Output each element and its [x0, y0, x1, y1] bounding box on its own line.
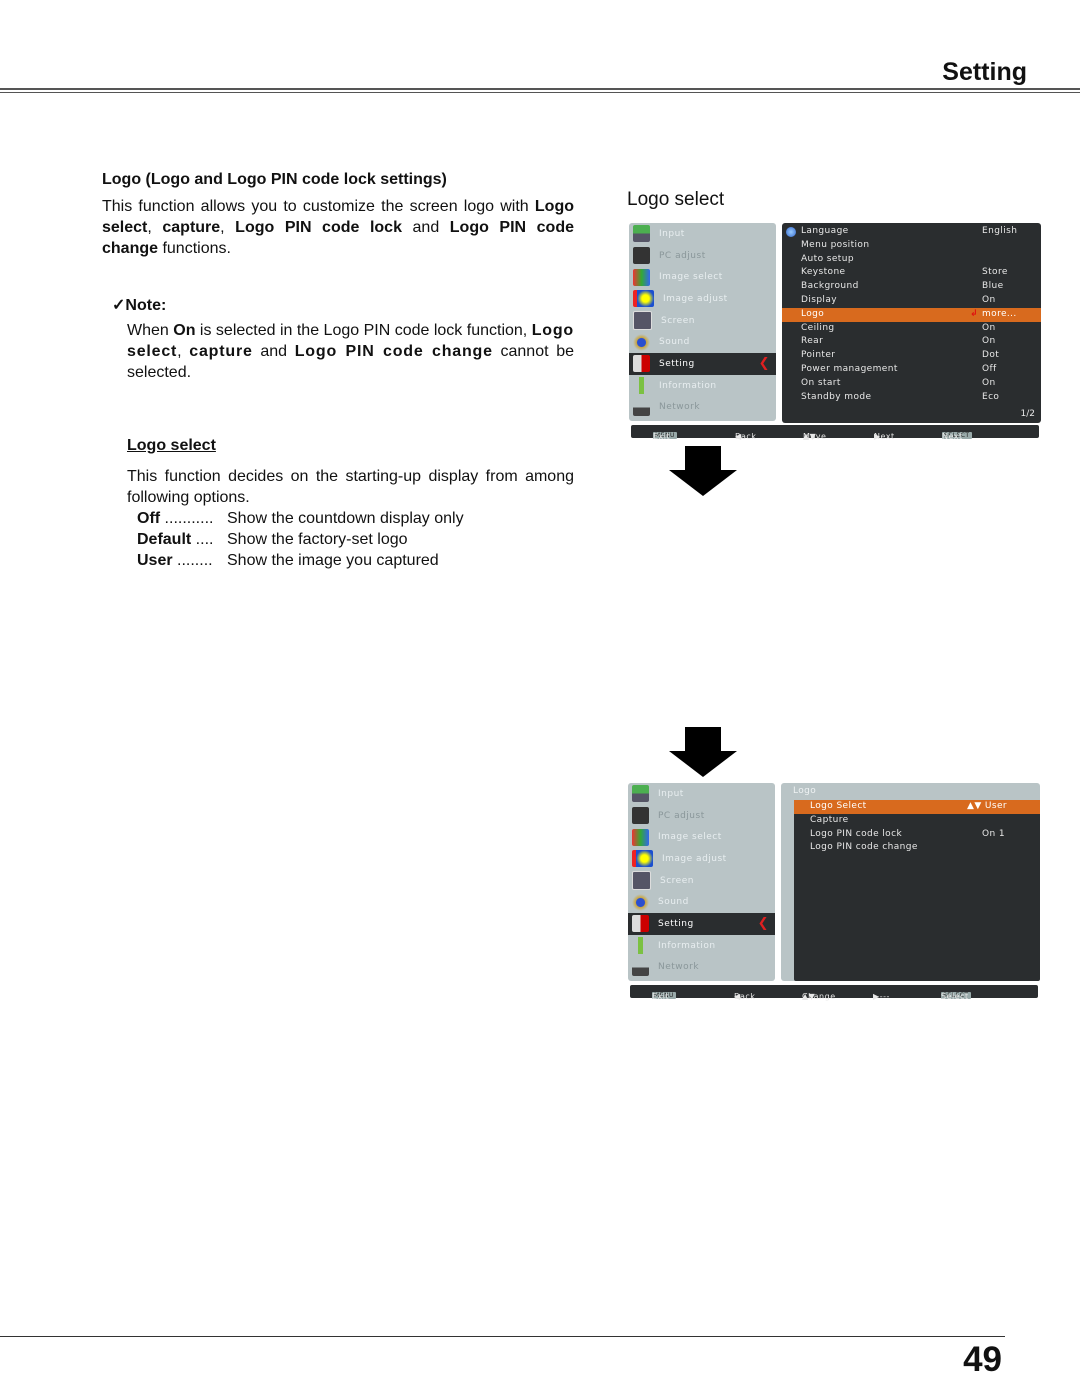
setting-row[interactable]: Ceiling On: [782, 322, 1041, 336]
sound-icon: [632, 893, 649, 911]
setting-row[interactable]: Display On: [782, 294, 1041, 308]
menu-item-sound[interactable]: Sound: [629, 331, 776, 353]
down-arrow-icon: [669, 727, 737, 777]
osd-logo-menu: Input PC adjust Image select Image adjus…: [628, 783, 1040, 1001]
menu-item-input[interactable]: Input: [629, 223, 776, 245]
menu-item-image-adjust[interactable]: Image adjust: [628, 848, 775, 870]
image-select-icon: [632, 828, 649, 846]
setting-row[interactable]: Auto setup: [782, 253, 1041, 267]
menu-item-network[interactable]: Network: [629, 397, 776, 419]
image-adjust-icon: [632, 850, 653, 868]
image-adjust-icon: [633, 290, 654, 308]
logo-select-subtitle: Logo select: [127, 437, 216, 454]
setting-row[interactable]: Menu position: [782, 239, 1041, 253]
menu-item-image-select[interactable]: Image select: [629, 266, 776, 288]
menu-item-screen[interactable]: Screen: [628, 870, 775, 892]
note-paragraph: When On is selected in the Logo PIN code…: [127, 322, 575, 381]
setting-icon: [632, 915, 649, 933]
information-icon: [632, 937, 649, 955]
information-icon: [633, 377, 650, 395]
menu-item-setting[interactable]: Setting ❮: [629, 353, 776, 375]
menu-item-pc-adjust[interactable]: PC adjust: [629, 245, 776, 267]
osd-main-menu: Input PC adjust Image select Image adjus…: [629, 223, 776, 421]
logo-select-figure-title: Logo select: [627, 189, 725, 210]
setting-row[interactable]: Standby mode Eco: [782, 391, 1041, 405]
logo-select-description: This function decides on the starting-up…: [127, 468, 574, 506]
globe-icon: [786, 227, 796, 237]
setting-row[interactable]: On start On: [782, 377, 1041, 391]
setting-row[interactable]: Pointer Dot: [782, 349, 1041, 363]
menu-item-pc-adjust[interactable]: PC adjust: [628, 805, 775, 827]
menu-item-information[interactable]: Information: [629, 375, 776, 397]
logo-options-panel: Logo Select ▲▼ User Capture Logo PIN code…: [794, 800, 1040, 981]
image-select-icon: [633, 268, 650, 286]
network-icon: [632, 958, 649, 976]
osd-footer: MENU Exit ◀ Back ▲▼ Move ▶ Next SELECT Nex…: [631, 425, 1039, 441]
osd-logo-submenu: Logo Logo Select ▲▼ User Capture Logo PIN…: [781, 783, 1040, 981]
menu-item-screen[interactable]: Screen: [629, 310, 776, 332]
page-number: 49: [963, 1340, 1002, 1379]
logo-row-pin-code-lock[interactable]: Logo PIN code lock On 1: [794, 828, 1040, 842]
footer-rule: [0, 1336, 1005, 1337]
option-row: Default .... Show the factory-set logo: [137, 531, 408, 548]
page-indicator: 1/2: [1020, 409, 1035, 419]
screen-icon: [632, 871, 651, 891]
header-rule: [0, 92, 1080, 93]
page-header-title: Setting: [942, 58, 1027, 86]
menu-item-input[interactable]: Input: [628, 783, 775, 805]
menu-item-setting[interactable]: Setting ❮: [628, 913, 775, 935]
setting-row-logo-highlighted[interactable]: Logo ↲ more...: [782, 307, 1041, 322]
menu-item-sound[interactable]: Sound: [628, 891, 775, 913]
osd-setting-submenu: Language English Menu position Auto setup…: [782, 223, 1041, 423]
menu-item-image-adjust[interactable]: Image adjust: [629, 288, 776, 310]
option-row: Off ........... Show the countdown displa…: [137, 510, 464, 527]
menu-item-information[interactable]: Information: [628, 935, 775, 957]
section-title: Logo (Logo and Logo PIN code lock settin…: [102, 171, 447, 188]
setting-icon: [633, 355, 650, 373]
menu-item-image-select[interactable]: Image select: [628, 826, 775, 848]
option-row: User ........ Show the image you captured: [137, 552, 439, 569]
osd-setting-menu: Input PC adjust Image select Image adjus…: [629, 223, 1041, 441]
submenu-title: Logo: [793, 786, 817, 796]
header-rule: [0, 88, 1080, 90]
note-heading: ✓Note:: [112, 297, 167, 314]
down-arrow-icon: [669, 446, 737, 496]
sound-icon: [633, 333, 650, 351]
setting-row[interactable]: Rear On: [782, 335, 1041, 349]
osd-main-menu: Input PC adjust Image select Image adjus…: [628, 783, 775, 981]
setting-row-language[interactable]: Language English: [782, 225, 1041, 239]
setting-row[interactable]: Power management Off: [782, 363, 1041, 377]
pc-adjust-icon: [632, 807, 649, 825]
osd-footer: MENU Exit ◀ Back ▲▼ Change ▶ ----- SELECT…: [630, 985, 1038, 1001]
logo-row-logo-select-highlighted[interactable]: Logo Select ▲▼ User: [794, 800, 1040, 814]
selected-arrow-icon: ❮: [758, 356, 770, 372]
enter-arrow-icon: ↲: [970, 308, 978, 319]
selected-arrow-icon: ❮: [757, 916, 769, 932]
setting-row[interactable]: Background Blue: [782, 280, 1041, 294]
input-icon: [632, 785, 649, 803]
logo-row-capture[interactable]: Capture: [794, 814, 1040, 828]
menu-item-network[interactable]: Network: [628, 957, 775, 979]
pc-adjust-icon: [633, 247, 650, 265]
input-icon: [633, 225, 650, 243]
logo-row-pin-code-change[interactable]: Logo PIN code change: [794, 841, 1040, 855]
intro-paragraph: This function allows you to customize th…: [102, 198, 574, 257]
network-icon: [633, 398, 650, 416]
screen-icon: [633, 311, 652, 331]
setting-row[interactable]: Keystone Store: [782, 266, 1041, 280]
